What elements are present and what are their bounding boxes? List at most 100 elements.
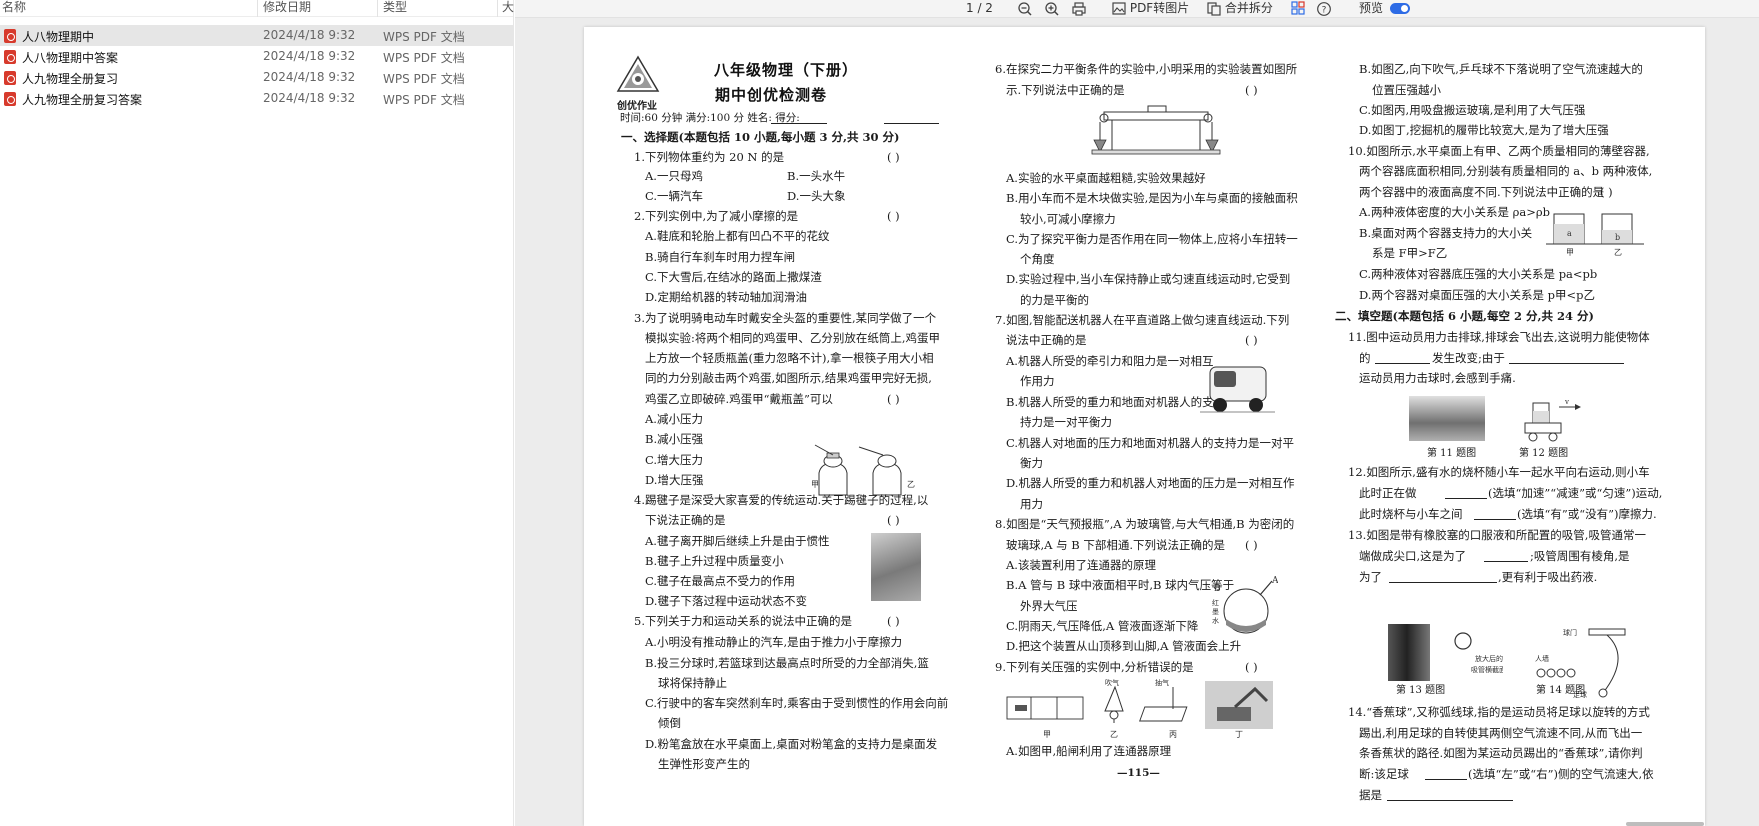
question-stem: ;吸管周围有棱角,是 xyxy=(1530,549,1630,563)
svg-text:放大后的: 放大后的 xyxy=(1475,654,1503,663)
zoom-out-icon[interactable] xyxy=(1017,1,1033,17)
file-row[interactable]: 人九物理全册复习 2024/4/18 9:32 WPS PDF 文档 xyxy=(0,67,514,88)
choice: D.粉笔盒放在水平桌面上,桌面对粉笔盒的支持力是桌面发 xyxy=(645,737,938,751)
file-date: 2024/4/18 9:32 xyxy=(263,28,356,42)
choice: C.阴雨天,气压降低,A 管液面逐渐下降 xyxy=(1006,619,1199,633)
weather-bottle-figure: B A 红 墨 水 xyxy=(1212,576,1278,634)
question-stem: 同的力分别敲击两个鸡蛋,如图所示,结果鸡蛋甲完好无损, xyxy=(645,371,932,385)
svg-text:v: v xyxy=(1564,399,1569,406)
containers-figure: a b 甲 乙 xyxy=(1546,213,1644,256)
shuttlecock-photo xyxy=(871,533,921,601)
file-name: 人八物理期中答案 xyxy=(22,51,119,65)
svg-text:甲: 甲 xyxy=(1566,248,1574,256)
answer-bracket: ( ) xyxy=(1245,333,1258,347)
column-header-name[interactable]: 名称 xyxy=(2,0,26,14)
question-stem: 踢出,利用足球的自转使其两侧空气流速不同,从而飞出一 xyxy=(1359,726,1643,740)
question-stem: 8.如图是“天气预报瓶”,A 为玻璃管,与大气相通,B 为密闭的 xyxy=(995,517,1295,531)
choice: A.小明没有推动静止的汽车,是由于推力小于摩擦力 xyxy=(645,635,903,649)
choice: 生弹性形变产生的 xyxy=(658,757,750,771)
question-stem: 条香蕉状的路径.如图为某运动员踢出的“香蕉球”,请你判 xyxy=(1359,746,1643,760)
svg-text:抽气: 抽气 xyxy=(1155,679,1169,687)
file-row[interactable]: 人九物理全册复习答案 2024/4/18 9:32 WPS PDF 文档 xyxy=(0,88,514,109)
column-divider[interactable] xyxy=(257,0,258,17)
name-blank xyxy=(771,113,827,124)
choice: 作用力 xyxy=(1020,374,1055,388)
horizontal-scrollbar[interactable] xyxy=(1626,822,1704,826)
choice: 外界大气压 xyxy=(1020,599,1078,613)
answer-blank xyxy=(1509,353,1624,364)
svg-text:A: A xyxy=(1271,576,1278,586)
choice: A.如图甲,船闸利用了连通器原理 xyxy=(1006,744,1172,758)
cart-beaker-figure: v xyxy=(1524,399,1581,442)
file-date: 2024/4/18 9:32 xyxy=(263,49,356,63)
column-divider[interactable] xyxy=(497,0,498,17)
choice: A.减小压力 xyxy=(645,412,703,426)
pdf-to-image-button[interactable]: PDF转图片 xyxy=(1112,1,1189,17)
question-stem: 3.为了说明骑电动车时戴安全头盔的重要性,某同学做了一个 xyxy=(634,311,937,325)
zoom-in-icon[interactable] xyxy=(1044,1,1060,17)
file-row[interactable]: 人八物理期中答案 2024/4/18 9:32 WPS PDF 文档 xyxy=(0,46,514,67)
file-name: 人八物理期中 xyxy=(22,30,95,44)
choice: D.定期给机器的转动轴加润滑油 xyxy=(645,290,807,304)
balance-cart-figure xyxy=(1091,105,1221,155)
choice: D.毽子下落过程中运动状态不变 xyxy=(645,594,807,608)
question-stem: 10.如图所示,水平桌面上有甲、乙两个质量相同的薄壁容器, xyxy=(1348,144,1650,158)
choice: B.桌面对两个容器支持力的大小关 xyxy=(1359,226,1533,240)
toggle-switch[interactable] xyxy=(1389,3,1410,14)
section-heading: 一、选择题(本题包括 10 小题,每小题 3 分,共 30 分) xyxy=(621,130,900,144)
answer-bracket: ( ) xyxy=(1245,538,1258,552)
file-date: 2024/4/18 9:32 xyxy=(263,91,356,105)
svg-text:吸管横截面图: 吸管横截面图 xyxy=(1471,665,1503,674)
choice: D.增大压强 xyxy=(645,473,704,487)
question-stem: 端做成尖口,这是为了 xyxy=(1359,549,1467,563)
svg-text:人墙: 人墙 xyxy=(1535,654,1549,663)
help-icon[interactable]: ? xyxy=(1316,1,1332,17)
choice: D.两个容器对桌面压强的大小关系是 p甲<p乙 xyxy=(1359,288,1595,302)
question-stem: 1.下列物体重约为 20 N 的是 xyxy=(634,150,785,164)
straw-cross-section-figure: 放大后的 吸管横截面图 xyxy=(1454,632,1503,674)
choice: D.机器人所受的重力和机器人对地面的压力是一对相互作 xyxy=(1006,476,1295,490)
merge-split-button[interactable]: 合并拆分 xyxy=(1207,1,1273,17)
choice: C.下大雪后,在结冰的路面上撒煤渣 xyxy=(645,270,822,284)
column-header-size[interactable]: 大 xyxy=(502,0,514,14)
svg-text:水: 水 xyxy=(1212,616,1219,625)
svg-text:乙: 乙 xyxy=(1110,730,1118,739)
choice: 衡力 xyxy=(1020,456,1043,470)
choice: B.用小车而不是木块做实验,是因为小车与桌面的接触面积 xyxy=(1006,191,1298,205)
answer-blank xyxy=(1474,509,1516,520)
question-stem: 模拟实验:将两个相同的鸡蛋甲、乙分别放在纸筒上,鸡蛋甲 xyxy=(645,331,941,345)
question-stem: 鸡蛋乙立即破碎.鸡蛋甲“戴瓶盖”可以 xyxy=(645,392,833,406)
column-header-type[interactable]: 类型 xyxy=(383,0,407,14)
column-divider[interactable] xyxy=(377,0,378,17)
svg-text:丙: 丙 xyxy=(1169,730,1177,739)
question-stem: 发生改变;由于 xyxy=(1432,351,1505,365)
choice: A.一只母鸡 xyxy=(645,169,703,183)
merge-icon xyxy=(1207,2,1221,16)
preview-toggle[interactable]: 预览 xyxy=(1359,1,1410,17)
choice: A.机器人所受的牵引力和阻力是一对相互 xyxy=(1006,354,1214,368)
file-date: 2024/4/18 9:32 xyxy=(263,70,356,84)
question-stem: (选填“左”或“右”)侧的空气流速大,依 xyxy=(1468,767,1654,781)
question-stem: 6.在探究二力平衡条件的实验中,小明采用的实验装置如图所 xyxy=(995,62,1298,76)
question-stem: 5.下列关于力和运动关系的说法中正确的是 xyxy=(634,614,852,628)
pdf-preview-pane[interactable]: 1 / 2 PDF转图片 合并拆分 ? 预览 创优作业 八年级物理（下册） 期中… xyxy=(515,0,1759,826)
print-icon[interactable] xyxy=(1071,1,1087,17)
column-header-date[interactable]: 修改日期 xyxy=(263,0,311,14)
score-blank xyxy=(884,113,939,124)
svg-text:B: B xyxy=(1214,584,1221,594)
figure-caption: 第 14 题图 xyxy=(1536,685,1586,696)
file-row[interactable]: 人八物理期中 2024/4/18 9:32 WPS PDF 文档 xyxy=(0,25,514,46)
question-stem: ,更有利于吸出药液. xyxy=(1498,570,1598,584)
image-icon xyxy=(1112,2,1126,15)
choice: C.一辆汽车 xyxy=(645,189,704,203)
grid-view-icon[interactable] xyxy=(1291,1,1306,17)
pdf-file-icon xyxy=(4,50,16,64)
file-type: WPS PDF 文档 xyxy=(383,93,465,107)
file-list-pane: 名称 修改日期 类型 大 人八物理期中 2024/4/18 9:32 WPS P… xyxy=(0,0,514,826)
choice: B.投三分球时,若篮球到达最高点时所受的力全部消失,篮 xyxy=(645,656,929,670)
question-stem: 9.下列有关压强的实例中,分析错误的是 xyxy=(995,660,1194,674)
question-stem: 玻璃球,A 与 B 下部相通.下列说法正确的是 xyxy=(1006,538,1226,552)
question-stem: 13.如图是带有橡胶塞的口服液和所配置的吸管,吸管通常一 xyxy=(1348,528,1646,542)
question-stem: 2.下列实例中,为了减小摩擦的是 xyxy=(634,209,799,223)
question-stem: 示.下列说法中正确的是 xyxy=(1006,83,1125,97)
